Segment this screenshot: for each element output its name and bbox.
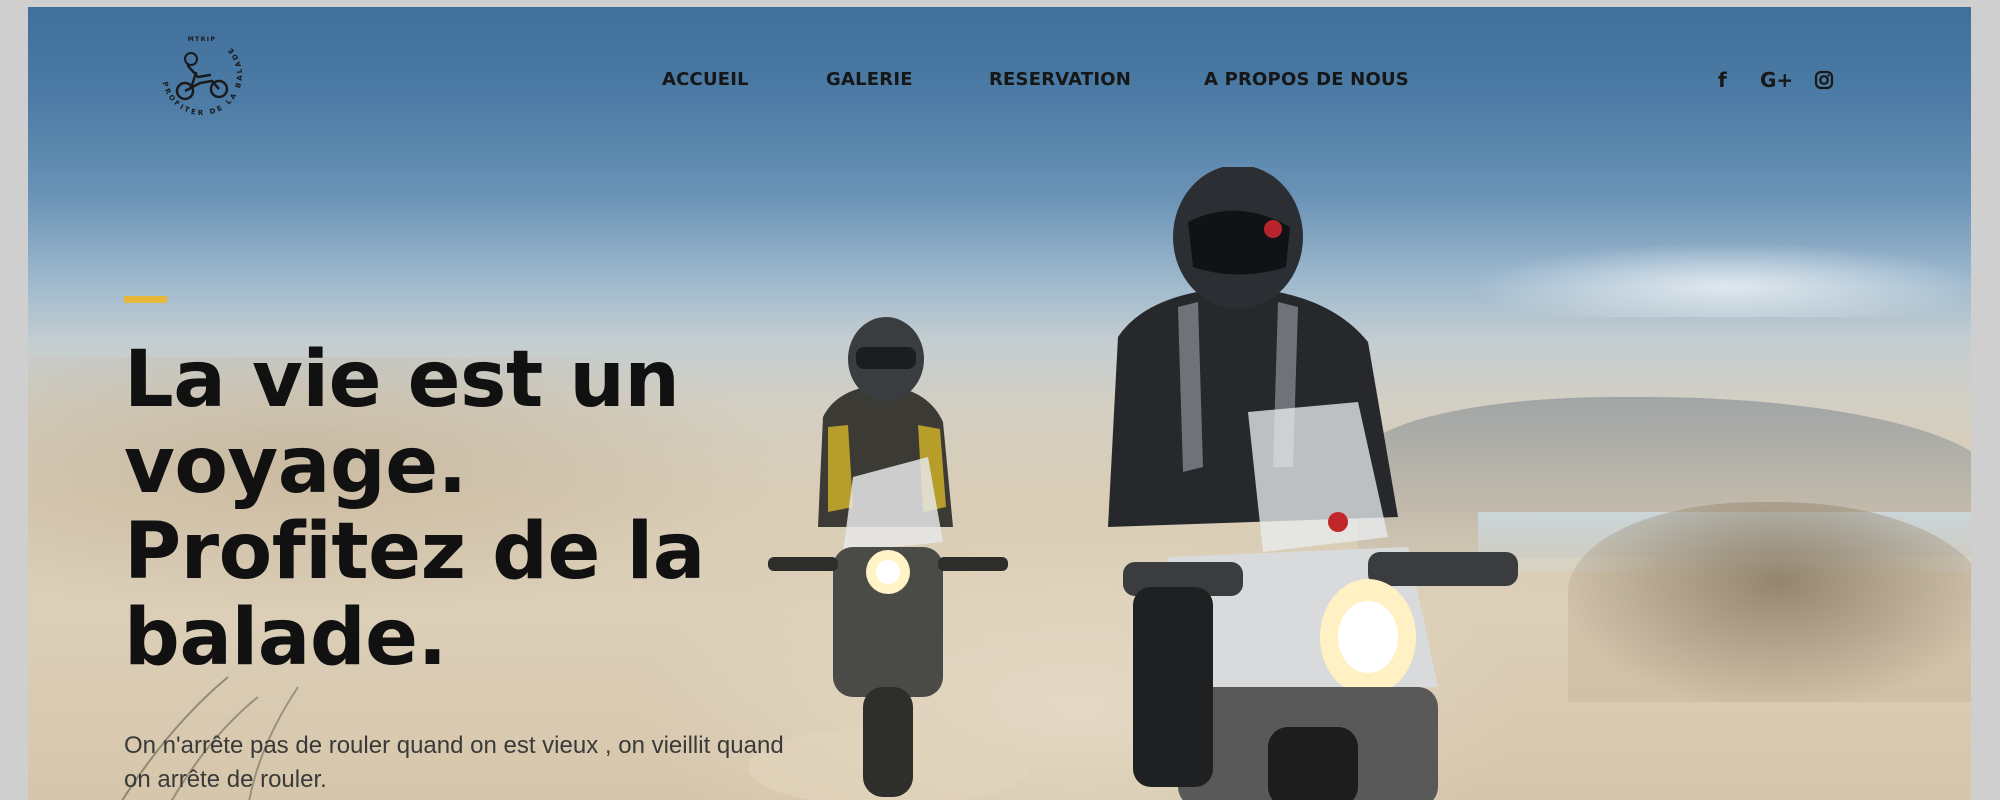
hero-subtitle: On n'arrête pas de rouler quand on est v…: [124, 732, 784, 793]
background-rock: [1568, 502, 1971, 702]
headline-line: voyage.: [124, 421, 467, 511]
hero-section: PROFITER DE LA BALADE MTRIP ACCUEIL GALE…: [28, 7, 1971, 800]
logo-ring-text: PROFITER DE LA BALADE: [161, 44, 242, 117]
headline-line: La vie est un: [124, 335, 680, 425]
facebook-glyph: f: [1718, 68, 1727, 92]
google-plus-icon[interactable]: G+: [1760, 67, 1793, 93]
headline-line: Profitez de la: [124, 507, 705, 597]
motorcycle-rider-icon: PROFITER DE LA BALADE MTRIP: [161, 36, 245, 117]
site-logo[interactable]: PROFITER DE LA BALADE MTRIP: [148, 21, 256, 129]
headline-line: balade.: [124, 593, 447, 683]
foreground-rider-photo: [1108, 167, 1518, 800]
accent-bar: [124, 296, 167, 303]
nav-item-accueil[interactable]: ACCUEIL: [662, 69, 749, 90]
facebook-icon[interactable]: f: [1718, 67, 1727, 93]
nav-item-reservation[interactable]: RESERVATION: [989, 69, 1131, 90]
instagram-icon[interactable]: [1814, 67, 1834, 93]
svg-text:PROFITER DE LA BALADE: PROFITER DE LA BALADE: [161, 44, 245, 117]
logo-top-text: MTRIP: [188, 36, 217, 43]
nav-item-a-propos[interactable]: A PROPOS DE NOUS: [1204, 69, 1409, 90]
nav-item-galerie[interactable]: GALERIE: [826, 69, 913, 90]
instagram-glyph: [1814, 70, 1834, 90]
google-plus-glyph: G+: [1760, 68, 1794, 92]
hero-headline: La vie est un voyage. Profitez de la bal…: [124, 337, 824, 681]
